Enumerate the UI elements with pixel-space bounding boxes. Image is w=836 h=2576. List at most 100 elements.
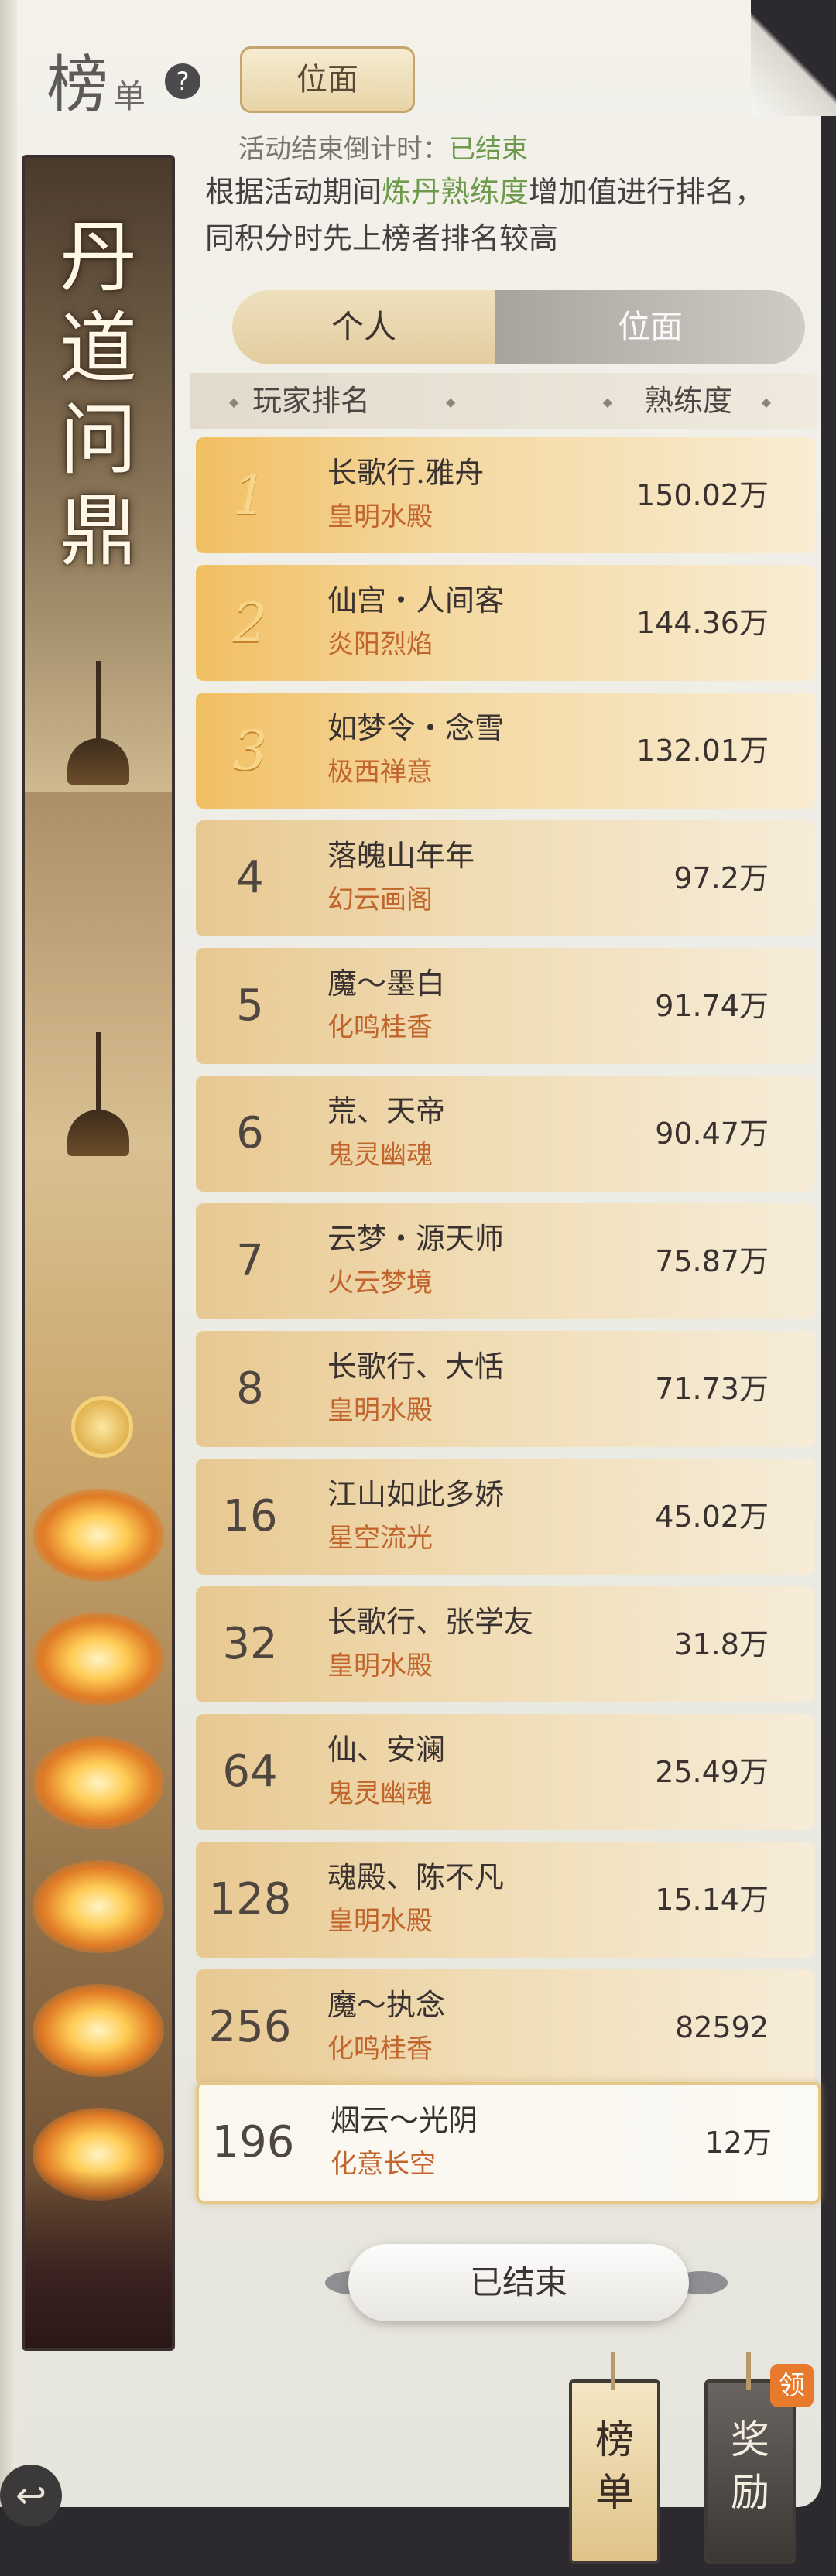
player-name: 荒、天帝 — [327, 1094, 446, 1128]
score-unit: 万 — [738, 734, 769, 768]
countdown-text: 活动结束倒计时：已结束 — [238, 128, 528, 166]
panel-left-edge — [0, 0, 17, 2507]
page-title-main: 榜 — [46, 49, 108, 121]
player-guild: 鬼灵幽魂 — [327, 1140, 433, 1171]
diamond-icon: ◆ — [229, 395, 239, 409]
player-score: 15.14万 — [655, 1842, 769, 1958]
tower-spire-icon — [96, 661, 101, 746]
tab-leaderboard[interactable]: 榜 单 — [569, 2352, 660, 2564]
score-unit: 万 — [738, 478, 769, 512]
table-row[interactable]: 5 魔～墨白 化鸣桂香 91.74万 — [196, 948, 815, 1064]
score-value: 132.01 — [636, 734, 739, 768]
banner-char: 鼎 — [60, 486, 137, 576]
banner-char: 道 — [60, 303, 137, 394]
table-row[interactable]: 4 落魄山年年 幻云画阁 97.2万 — [196, 820, 815, 936]
score-value: 45.02 — [655, 1500, 739, 1534]
score-unit: 万 — [738, 1372, 769, 1406]
player-name: 魔～墨白 — [327, 966, 446, 1001]
player-name: 仙宫・人间客 — [327, 583, 505, 617]
player-guild: 鬼灵幽魂 — [327, 1778, 433, 1809]
self-player-guild: 化意长空 — [331, 2149, 436, 2180]
score-value: 75.87 — [655, 1244, 739, 1278]
table-row[interactable]: 32 长歌行、张学友 皇明水殿 31.8万 — [196, 1586, 815, 1702]
score-value: 82592 — [675, 2010, 769, 2044]
event-ended-button[interactable]: 已结束 — [348, 2244, 689, 2321]
score-value: 71.73 — [655, 1372, 739, 1406]
player-score: 91.74万 — [655, 948, 769, 1064]
player-guild: 皇明水殿 — [327, 1906, 433, 1937]
flame-glow — [33, 1489, 164, 1582]
help-icon[interactable]: ? — [165, 63, 200, 99]
flame-glow — [33, 1613, 164, 1705]
player-guild: 火云梦境 — [327, 1267, 433, 1298]
table-row[interactable]: 16 江山如此多娇 星空流光 45.02万 — [196, 1459, 815, 1575]
player-name: 魔～执念 — [327, 1988, 446, 2022]
rank-number: 6 — [236, 1108, 264, 1158]
table-row[interactable]: 256 魔～执念 化鸣桂香 82592 — [196, 1969, 815, 2085]
table-row[interactable]: 6 荒、天帝 鬼灵幽魂 90.47万 — [196, 1076, 815, 1192]
player-guild: 炎阳烈焰 — [327, 629, 433, 660]
player-name: 仙、安澜 — [327, 1733, 446, 1767]
score-unit: 万 — [738, 1627, 769, 1661]
tab-plane[interactable]: 位面 — [495, 290, 805, 364]
tag-char: 单 — [595, 2470, 634, 2515]
player-name: 长歌行、大恬 — [327, 1350, 505, 1384]
score-value: 31.8 — [673, 1627, 739, 1661]
score-value: 150.02 — [636, 478, 739, 512]
rank-type-tabs: 个人 位面 — [232, 290, 805, 364]
player-score: 150.02万 — [636, 437, 769, 553]
rank-medal-2: 2 — [232, 591, 268, 655]
player-score: 75.87万 — [655, 1203, 769, 1319]
tower-roof-icon — [67, 1110, 129, 1156]
event-banner: 丹 道 问 鼎 — [22, 155, 175, 2351]
claim-badge[interactable]: 领 — [770, 2364, 814, 2407]
rank-number: 4 — [236, 853, 264, 903]
player-score: 90.47万 — [655, 1076, 769, 1192]
player-name: 云梦・源天师 — [327, 1222, 505, 1256]
panel-corner-fold — [751, 0, 836, 116]
column-proficiency: 熟练度 — [643, 384, 732, 418]
diamond-icon: ◆ — [761, 395, 771, 409]
table-row[interactable]: 3 如梦令・念雪 极西禅意 132.01万 — [196, 693, 815, 809]
column-player-rank: 玩家排名 — [252, 384, 371, 418]
score-unit: 万 — [738, 1755, 769, 1789]
player-score: 25.49万 — [655, 1714, 769, 1830]
self-rank-row[interactable]: 196 烟云～光阴 化意长空 12万 — [196, 2082, 821, 2204]
rules-description: 根据活动期间炼丹熟练度增加值进行排名，同积分时先上榜者排名较高 — [205, 169, 793, 262]
score-unit: 万 — [738, 1883, 769, 1917]
tag-char: 榜 — [595, 2417, 634, 2462]
score-value: 15.14 — [655, 1883, 739, 1917]
back-arrow-icon[interactable]: ↩ — [0, 2465, 62, 2526]
player-score: 82592 — [675, 1969, 769, 2085]
table-row[interactable]: 8 长歌行、大恬 皇明水殿 71.73万 — [196, 1331, 815, 1447]
countdown-label: 活动结束倒计时： — [238, 134, 449, 165]
player-guild: 化鸣桂香 — [327, 1012, 433, 1043]
tab-personal[interactable]: 个人 — [232, 290, 495, 364]
rank-number: 16 — [222, 1491, 278, 1541]
tab-leaderboard-label: 榜 单 — [572, 2414, 657, 2519]
player-score: 45.02万 — [655, 1459, 769, 1575]
table-row[interactable]: 7 云梦・源天师 火云梦境 75.87万 — [196, 1203, 815, 1319]
score-value: 12 — [704, 2126, 742, 2160]
player-name: 长歌行.雅舟 — [327, 456, 485, 490]
scope-button[interactable]: 位面 — [240, 46, 415, 113]
flame-glow — [33, 1984, 164, 2077]
player-guild: 皇明水殿 — [327, 1651, 433, 1681]
rank-number: 7 — [236, 1236, 264, 1286]
self-rank-number: 196 — [211, 2117, 295, 2167]
page-title: 榜 单 — [46, 54, 146, 116]
tower-spire-icon — [96, 1032, 101, 1117]
table-row[interactable]: 2 仙宫・人间客 炎阳烈焰 144.36万 — [196, 565, 815, 681]
rank-medal-3: 3 — [232, 719, 268, 782]
player-guild: 星空流光 — [327, 1523, 433, 1554]
diamond-icon: ◆ — [602, 395, 612, 409]
score-unit: 万 — [742, 2126, 772, 2160]
table-row[interactable]: 128 魂殿、陈不凡 皇明水殿 15.14万 — [196, 1842, 815, 1958]
flame-glow — [33, 1860, 164, 1953]
table-row[interactable]: 1 长歌行.雅舟 皇明水殿 150.02万 — [196, 437, 815, 553]
score-unit: 万 — [738, 1500, 769, 1534]
table-row[interactable]: 64 仙、安澜 鬼灵幽魂 25.49万 — [196, 1714, 815, 1830]
flame-glow — [33, 1736, 164, 1829]
player-guild: 皇明水殿 — [327, 1395, 433, 1426]
score-unit: 万 — [738, 861, 769, 895]
